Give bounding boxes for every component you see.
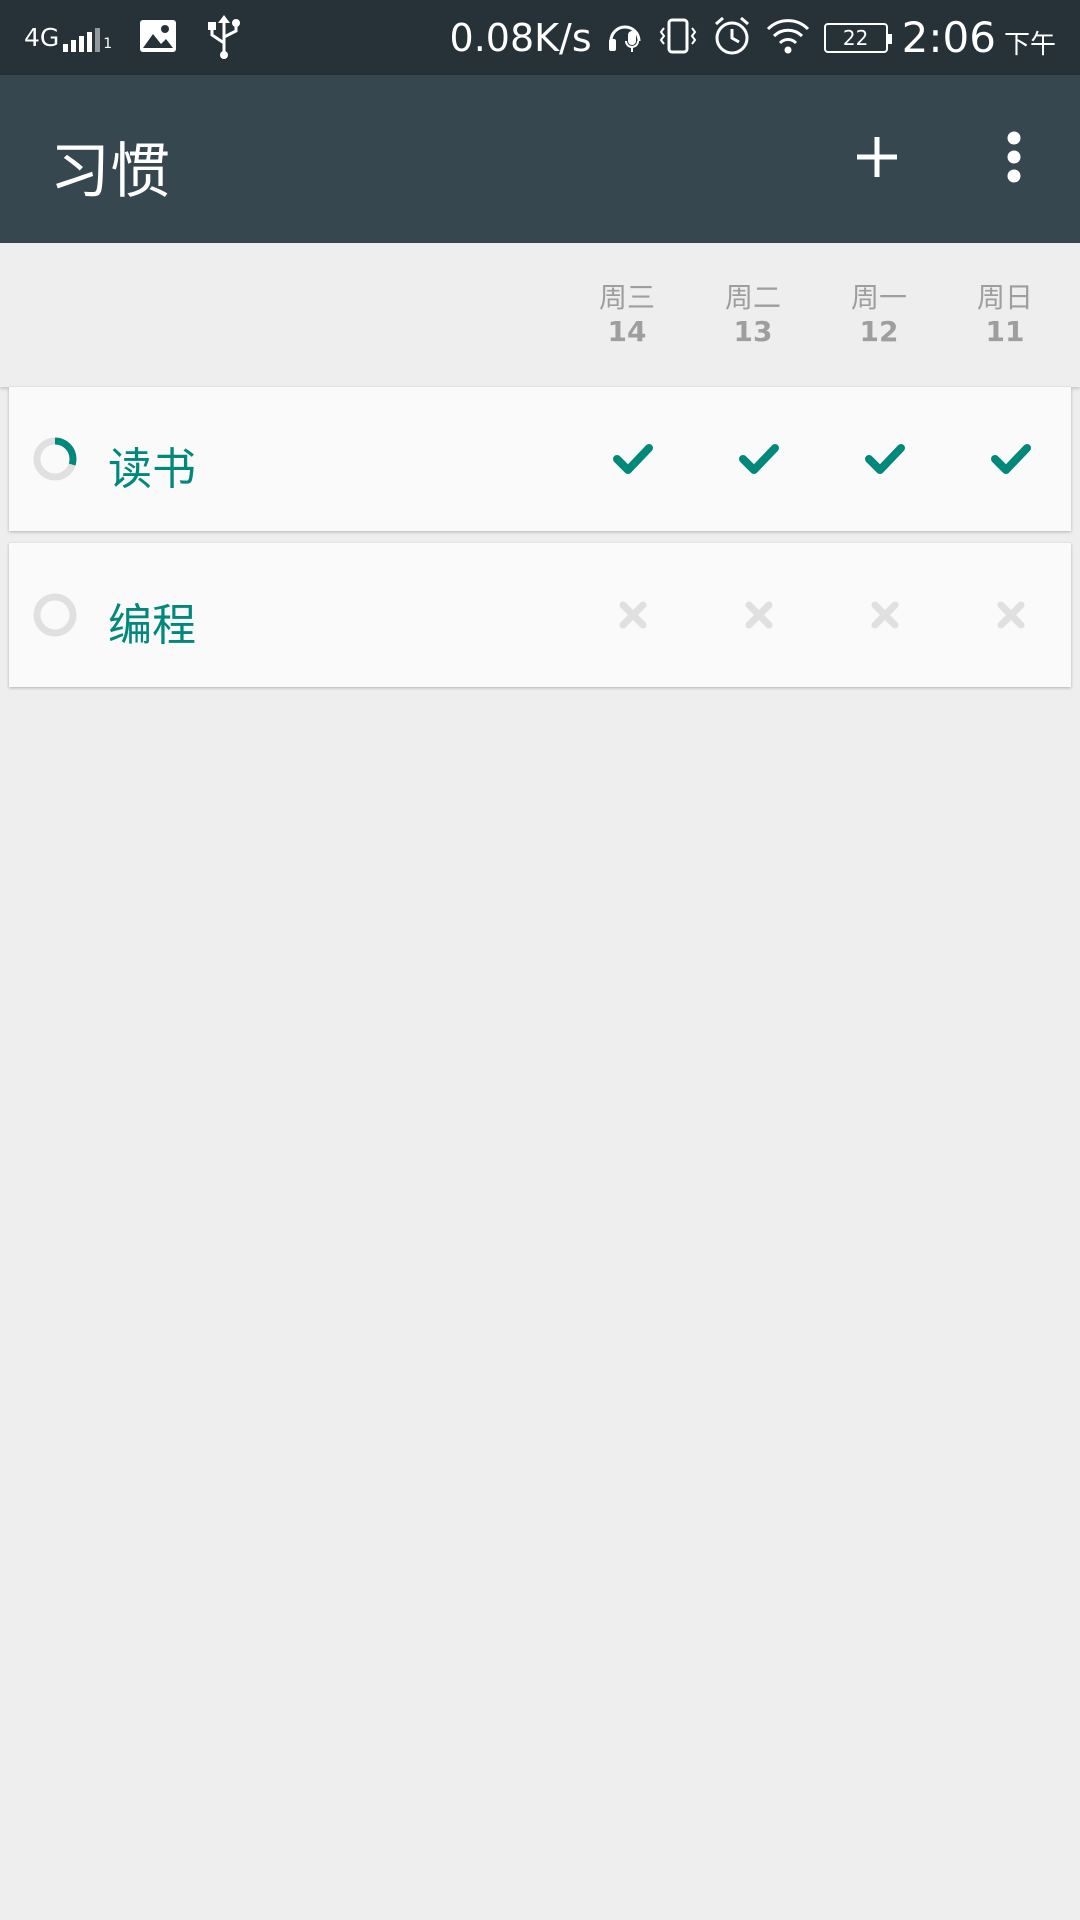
status-right: 0.08K/s 22 2:06 下午 [450,0,1056,75]
check-mark[interactable] [611,437,655,481]
wifi-icon [766,17,810,59]
check-mark[interactable] [737,437,781,481]
cross-icon [745,601,773,629]
signal-icon [63,28,101,52]
day-column: 周日 11 [950,281,1060,349]
habit-score-ring [33,437,77,481]
app-bar: 习惯 [0,75,1080,243]
status-bar: 4G 1 0.08K/s 22 2:06 下午 [0,0,1080,75]
sim-slot: 1 [103,36,113,52]
check-mark[interactable] [989,437,1033,481]
day-column: 周三 14 [572,281,682,349]
check-mark[interactable] [863,437,907,481]
clock-ampm: 下午 [1003,30,1056,60]
habit-score-ring [33,593,77,637]
add-habit-button[interactable] [845,125,909,189]
check-icon [613,444,653,474]
day-header: 周三 14 周二 13 周一 12 周日 11 [0,243,1080,387]
day-date: 14 [607,315,647,348]
overflow-menu-button[interactable] [985,125,1043,189]
cross-icon [871,601,899,629]
alarm-icon [712,15,752,61]
day-column: 周一 12 [824,281,934,349]
cross-mark[interactable] [737,593,781,637]
habit-row[interactable]: 读书 [9,387,1071,531]
check-icon [991,444,1031,474]
habit-name: 读书 [108,444,196,495]
cross-icon [997,601,1025,629]
battery-level: 22 [842,25,869,50]
check-icon [739,444,779,474]
cross-icon [619,601,647,629]
battery-icon: 22 [823,22,892,53]
add-icon [857,137,897,177]
usb-icon [204,13,244,63]
day-date: 12 [859,315,899,348]
status-left: 4G 1 [24,0,244,75]
day-name: 周日 [976,281,1033,314]
cross-mark[interactable] [863,593,907,637]
network-type: 4G [24,23,60,52]
day-name: 周三 [598,281,655,314]
more-vert-icon [1007,131,1021,183]
network-indicator: 4G 1 [24,23,112,52]
check-icon [865,444,905,474]
image-icon [138,18,178,58]
day-name: 周一 [850,281,907,314]
page-title: 习惯 [50,137,170,207]
day-date: 11 [985,315,1025,348]
day-column: 周二 13 [698,281,808,349]
habit-name: 编程 [108,600,196,651]
headset-icon [606,17,644,59]
network-speed: 0.08K/s [449,15,592,60]
cross-mark[interactable] [611,593,655,637]
day-date: 13 [733,315,773,348]
day-name: 周二 [724,281,781,314]
habit-row[interactable]: 编程 [9,543,1071,687]
vibrate-icon [658,16,698,60]
clock: 2:06 [901,13,996,62]
cross-mark[interactable] [989,593,1033,637]
